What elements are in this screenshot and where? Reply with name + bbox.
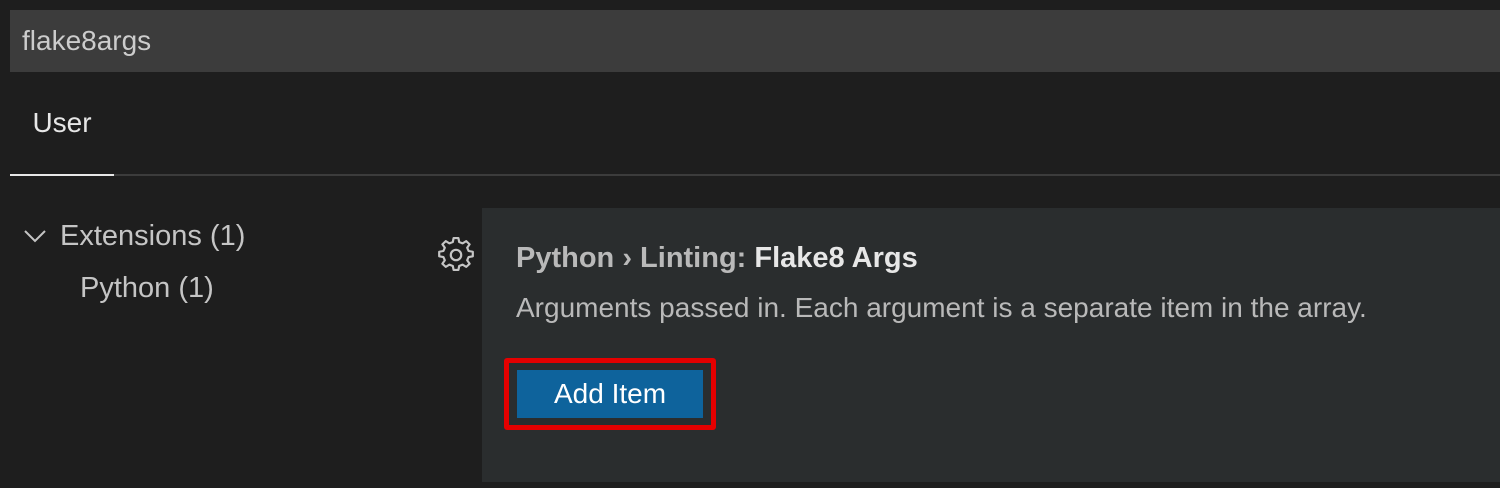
- setting-item-flake8-args: Python › Linting: Flake8 Args Arguments …: [482, 208, 1500, 482]
- gear-icon[interactable]: [438, 237, 474, 273]
- toc-item-extensions-label: Extensions (1): [60, 219, 246, 252]
- toc-item-python[interactable]: Python (1): [0, 262, 420, 314]
- search-input[interactable]: [22, 25, 1488, 57]
- search-bar: [10, 10, 1500, 72]
- add-item-button[interactable]: Add Item: [517, 370, 703, 418]
- tab-user-label: User: [32, 107, 92, 138]
- tab-user[interactable]: User: [10, 72, 114, 174]
- toc-item-extensions[interactable]: Extensions (1): [0, 210, 420, 262]
- setting-title: Python › Linting: Flake8 Args: [516, 242, 918, 275]
- setting-category: Python › Linting:: [516, 242, 755, 274]
- settings-toc: Extensions (1) Python (1): [0, 210, 420, 314]
- chevron-down-icon[interactable]: [22, 223, 48, 249]
- active-tab-indicator: [10, 174, 114, 176]
- setting-key: Flake8 Args: [754, 242, 918, 274]
- toc-item-python-label: Python (1): [80, 271, 214, 304]
- settings-tabs: User: [10, 72, 1500, 176]
- settings-editor: User Extensions (1) Python (1) Python › …: [0, 0, 1500, 488]
- setting-description: Arguments passed in. Each argument is a …: [516, 292, 1367, 323]
